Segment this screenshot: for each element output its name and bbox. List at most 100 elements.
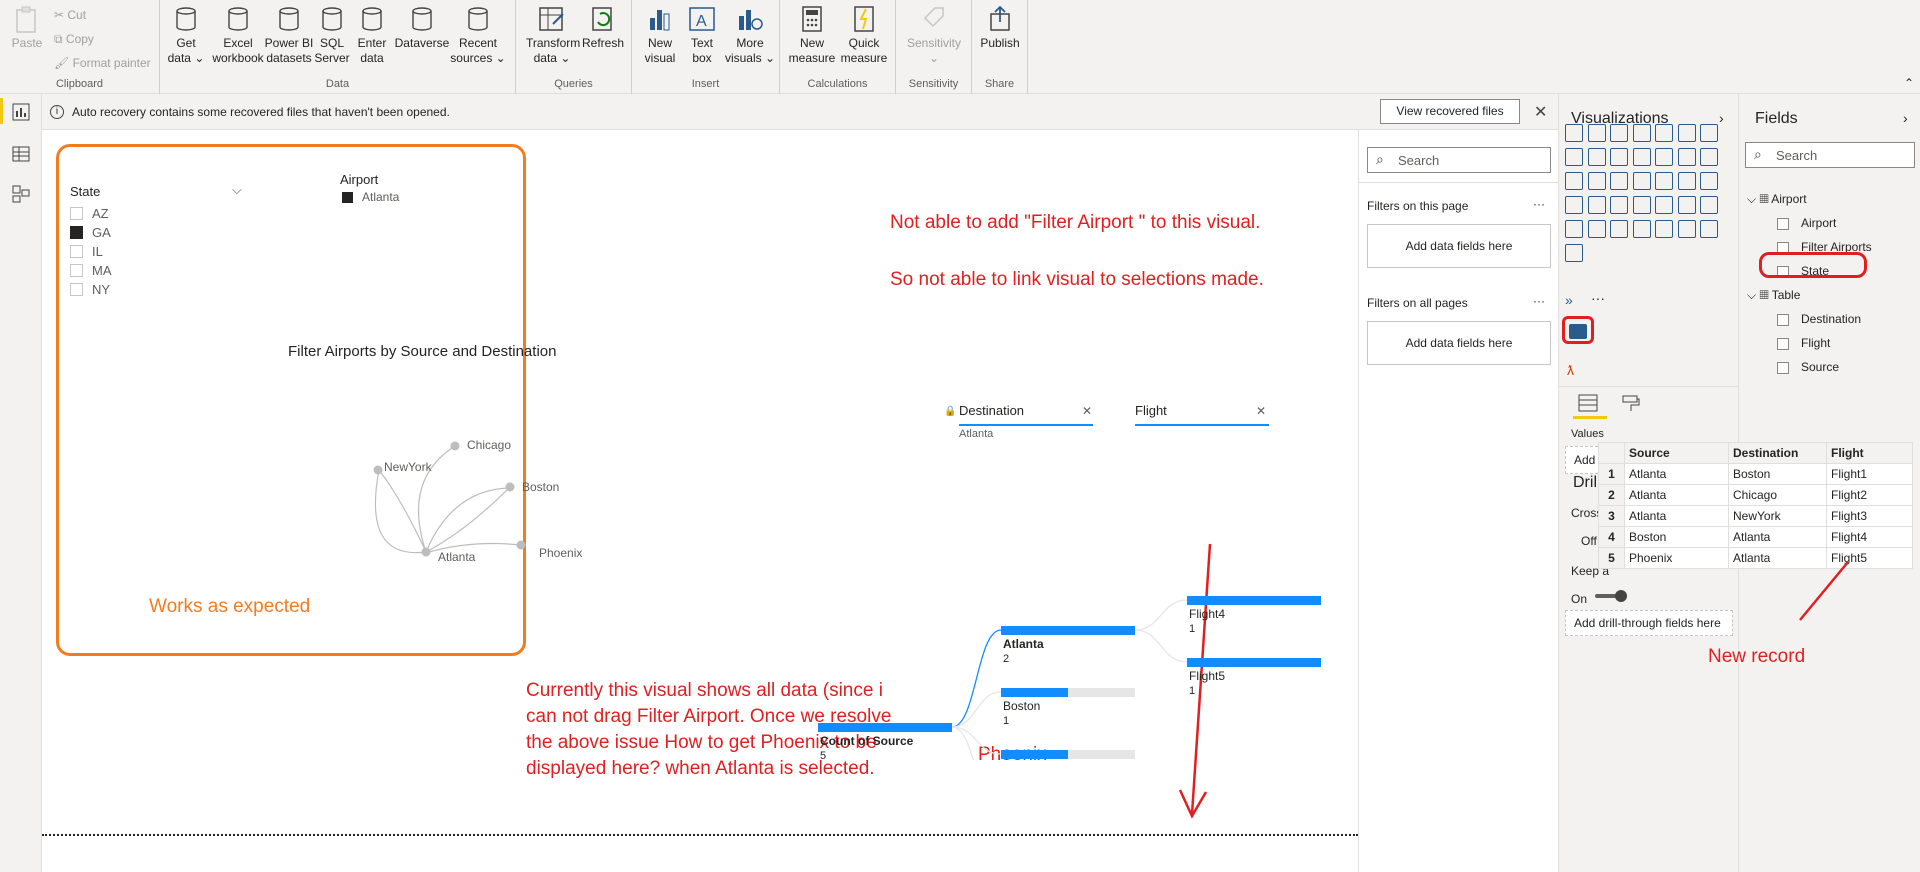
sensitivity-button[interactable]: Sensitivity ⌄ bbox=[900, 4, 968, 66]
visual-type-icon[interactable] bbox=[1565, 124, 1583, 142]
visual-type-icon[interactable] bbox=[1655, 124, 1673, 142]
field-item[interactable]: Source bbox=[1801, 360, 1839, 374]
slicer-item[interactable]: MA bbox=[70, 263, 112, 278]
visual-type-icon[interactable] bbox=[1587, 220, 1606, 238]
visual-type-icon[interactable] bbox=[1700, 220, 1718, 238]
level1-bar[interactable] bbox=[1001, 626, 1135, 635]
table-header[interactable]: Destination bbox=[1728, 442, 1827, 464]
visual-type-icon[interactable] bbox=[1565, 220, 1583, 238]
visual-type-icon[interactable] bbox=[1632, 124, 1651, 142]
checkbox[interactable] bbox=[70, 264, 83, 277]
visual-type-icon[interactable] bbox=[1655, 220, 1673, 238]
transform-data-button[interactable]: Transform data ⌄ bbox=[526, 4, 580, 66]
slicer-item[interactable]: NY bbox=[70, 282, 110, 297]
visual-type-icon[interactable] bbox=[1632, 172, 1651, 190]
more-options-icon[interactable]: ··· bbox=[1533, 197, 1545, 211]
power-automate-icon[interactable]: » bbox=[1565, 292, 1573, 308]
chevron-right-icon[interactable]: › bbox=[1903, 110, 1908, 126]
level1-bar[interactable] bbox=[1001, 688, 1068, 697]
text-box-button[interactable]: A Text box bbox=[682, 4, 722, 66]
field-item[interactable]: Destination bbox=[1801, 312, 1861, 326]
visual-type-icon[interactable] bbox=[1610, 124, 1628, 142]
collapse-ribbon-icon[interactable]: ⌃ bbox=[1904, 76, 1914, 90]
field-item[interactable]: Flight bbox=[1801, 336, 1830, 350]
field-item[interactable]: Airport bbox=[1801, 216, 1836, 230]
analytics-icon[interactable] bbox=[1567, 327, 1587, 345]
data-view-icon[interactable] bbox=[11, 144, 31, 164]
data-source-button[interactable]: Recent sources ⌄ bbox=[448, 4, 508, 66]
visual-type-icon[interactable] bbox=[1565, 244, 1583, 262]
slicer-item[interactable]: IL bbox=[70, 244, 103, 259]
visual-type-icon[interactable] bbox=[1700, 196, 1718, 214]
visual-type-icon[interactable] bbox=[1700, 124, 1718, 142]
visual-type-icon[interactable] bbox=[1632, 220, 1651, 238]
level2-bar[interactable] bbox=[1187, 658, 1321, 667]
remove-level-icon[interactable]: ✕ bbox=[1082, 404, 1092, 418]
cut-button[interactable]: ✂ Cut bbox=[54, 8, 86, 22]
data-source-button[interactable]: Get data ⌄ bbox=[166, 4, 206, 66]
level1-bar[interactable] bbox=[1001, 750, 1068, 759]
close-icon[interactable]: ✕ bbox=[1534, 102, 1547, 122]
visual-type-icon[interactable] bbox=[1677, 220, 1696, 238]
report-view-icon[interactable] bbox=[11, 102, 31, 122]
decomposition-tree[interactable]: Count of Source5Atlanta2Boston1Chicago1N… bbox=[770, 290, 1330, 760]
visual-type-icon[interactable] bbox=[1610, 172, 1628, 190]
visual-type-icon[interactable] bbox=[1700, 172, 1718, 190]
visual-type-icon[interactable] bbox=[1610, 148, 1628, 166]
visual-type-icon[interactable] bbox=[1587, 172, 1606, 190]
visual-type-icon[interactable] bbox=[1700, 148, 1718, 166]
data-source-button[interactable]: SQL Server bbox=[312, 4, 352, 66]
quick-measure-button[interactable]: Quick measure bbox=[838, 4, 890, 66]
paste-button[interactable]: Paste bbox=[8, 4, 46, 51]
visual-type-icon[interactable] bbox=[1610, 196, 1628, 214]
table-header[interactable]: Flight bbox=[1826, 442, 1913, 464]
slicer-item[interactable]: GA bbox=[70, 225, 111, 240]
field-table[interactable]: ⌵ ▦ Airport bbox=[1747, 192, 1807, 207]
refresh-button[interactable]: Refresh bbox=[580, 4, 626, 51]
copy-button[interactable]: ⧉ Copy bbox=[54, 32, 94, 47]
view-recovered-files-button[interactable]: View recovered files bbox=[1380, 99, 1520, 124]
fields-search-input[interactable]: ⌕ Search bbox=[1745, 142, 1915, 168]
new-measure-button[interactable]: New measure bbox=[786, 4, 838, 66]
data-source-button[interactable]: Dataverse bbox=[394, 4, 450, 51]
data-source-button[interactable]: Power BI datasets bbox=[264, 4, 314, 66]
field-checkbox[interactable] bbox=[1777, 338, 1789, 350]
visual-type-icon[interactable] bbox=[1587, 196, 1606, 214]
visual-type-icon[interactable] bbox=[1632, 196, 1651, 214]
visual-type-icon[interactable] bbox=[1610, 220, 1628, 238]
visual-type-icon[interactable] bbox=[1655, 196, 1673, 214]
visual-type-icon[interactable] bbox=[1565, 148, 1583, 166]
data-source-button[interactable]: Enter data bbox=[350, 4, 394, 66]
visual-type-icon[interactable] bbox=[1655, 172, 1673, 190]
remove-level-icon[interactable]: ✕ bbox=[1256, 404, 1266, 418]
new-visual-button[interactable]: New visual bbox=[638, 4, 682, 66]
visual-type-icon[interactable] bbox=[1655, 148, 1673, 166]
filter-search-input[interactable]: ⌕ Search bbox=[1367, 147, 1551, 173]
visual-type-icon[interactable] bbox=[1677, 148, 1696, 166]
more-visuals-icon[interactable]: ··· bbox=[1591, 290, 1605, 306]
field-checkbox[interactable] bbox=[1777, 362, 1789, 374]
fields-tab-icon[interactable] bbox=[1578, 394, 1598, 412]
checkbox[interactable] bbox=[70, 226, 83, 239]
visual-type-icon[interactable] bbox=[1587, 124, 1606, 142]
slicer-item[interactable]: AZ bbox=[70, 206, 109, 221]
publish-button[interactable]: Publish bbox=[976, 4, 1024, 51]
chevron-down-icon[interactable]: ⌵ bbox=[232, 182, 242, 198]
add-all-pages-filter-well[interactable]: Add data fields here bbox=[1367, 321, 1551, 365]
table-header[interactable]: Source bbox=[1624, 442, 1729, 464]
chevron-right-icon[interactable]: › bbox=[1719, 110, 1724, 126]
visual-type-icon[interactable] bbox=[1677, 196, 1696, 214]
visual-type-icon[interactable] bbox=[1632, 148, 1651, 166]
more-options-icon[interactable]: ··· bbox=[1533, 294, 1545, 308]
checkbox[interactable] bbox=[70, 207, 83, 220]
checkbox[interactable] bbox=[70, 245, 83, 258]
more-visuals-button[interactable]: More visuals ⌄ bbox=[724, 4, 776, 66]
root-bar[interactable] bbox=[818, 723, 952, 732]
drill-through-well[interactable]: Add drill-through fields here bbox=[1565, 610, 1733, 636]
model-view-icon[interactable] bbox=[11, 184, 31, 204]
add-page-filter-well[interactable]: Add data fields here bbox=[1367, 224, 1551, 268]
visual-type-icon[interactable] bbox=[1565, 196, 1583, 214]
checkbox[interactable] bbox=[70, 283, 83, 296]
visual-type-icon[interactable] bbox=[1677, 124, 1696, 142]
analytics-formula-icon[interactable]: ƛ bbox=[1567, 362, 1574, 378]
